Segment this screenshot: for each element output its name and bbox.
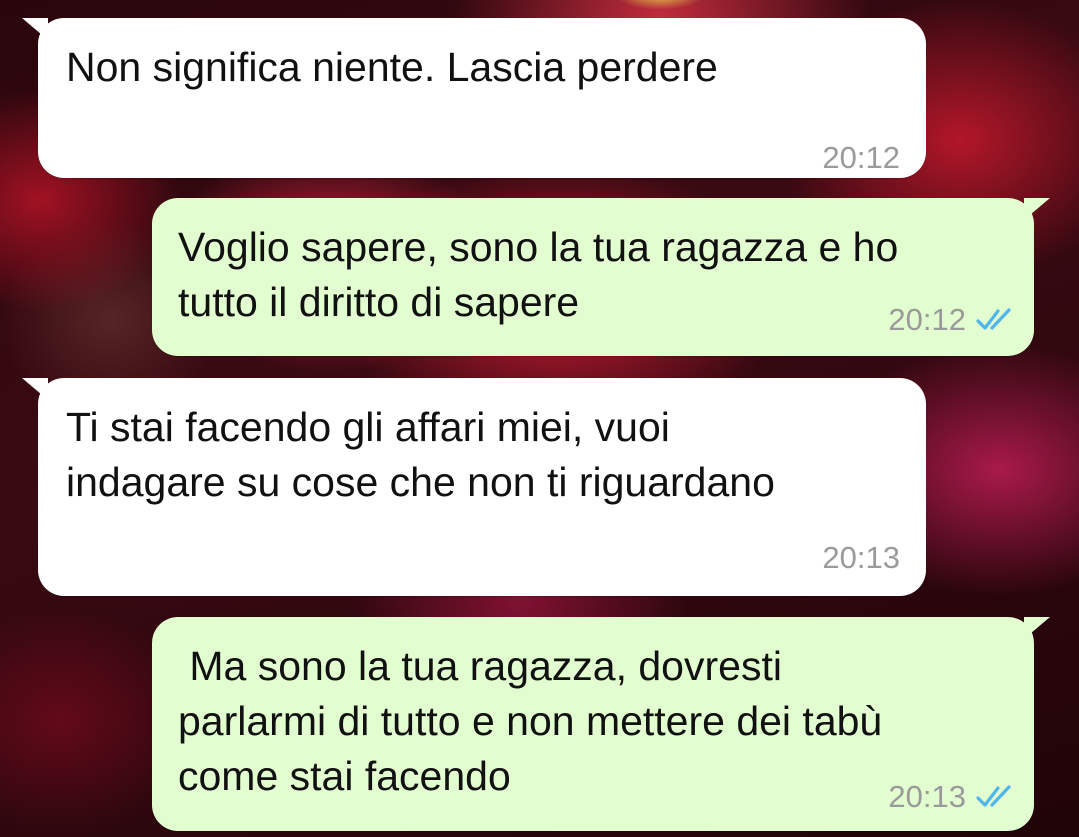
message-timestamp: 20:12 (888, 302, 966, 337)
message-bubble-outgoing[interactable]: Ma sono la tua ragazza, dovresti parlarm… (152, 617, 1050, 831)
message-text: Ti stai facendo gli affari miei, vuoi in… (66, 404, 775, 505)
message-text: Non significa niente. Lascia perdere (66, 44, 718, 90)
flower-center-decoration (615, 0, 705, 10)
message-meta: 20:13 (822, 540, 900, 576)
message-text: Voglio sapere, sono la tua ragazza e ho … (178, 224, 899, 325)
bubble-tail (22, 378, 48, 400)
double-check-read-icon (976, 308, 1011, 330)
message-timestamp: 20:13 (888, 779, 966, 814)
message-meta: 20:13 (888, 779, 1018, 815)
message-timestamp: 20:13 (822, 540, 900, 575)
bubble-tail (1024, 198, 1050, 220)
message-meta: 20:12 (888, 302, 1018, 338)
double-check-read-icon (976, 785, 1011, 807)
message-bubble-incoming[interactable]: Non significa niente. Lascia perdere 20:… (22, 18, 926, 178)
bubble-tail (1024, 617, 1050, 639)
message-bubble-outgoing[interactable]: Voglio sapere, sono la tua ragazza e ho … (152, 198, 1050, 356)
message-text: Ma sono la tua ragazza, dovresti parlarm… (178, 643, 883, 799)
bubble-tail (22, 18, 48, 40)
message-meta: 20:12 (822, 140, 900, 176)
message-timestamp: 20:12 (822, 140, 900, 175)
message-bubble-incoming[interactable]: Ti stai facendo gli affari miei, vuoi in… (22, 378, 926, 596)
